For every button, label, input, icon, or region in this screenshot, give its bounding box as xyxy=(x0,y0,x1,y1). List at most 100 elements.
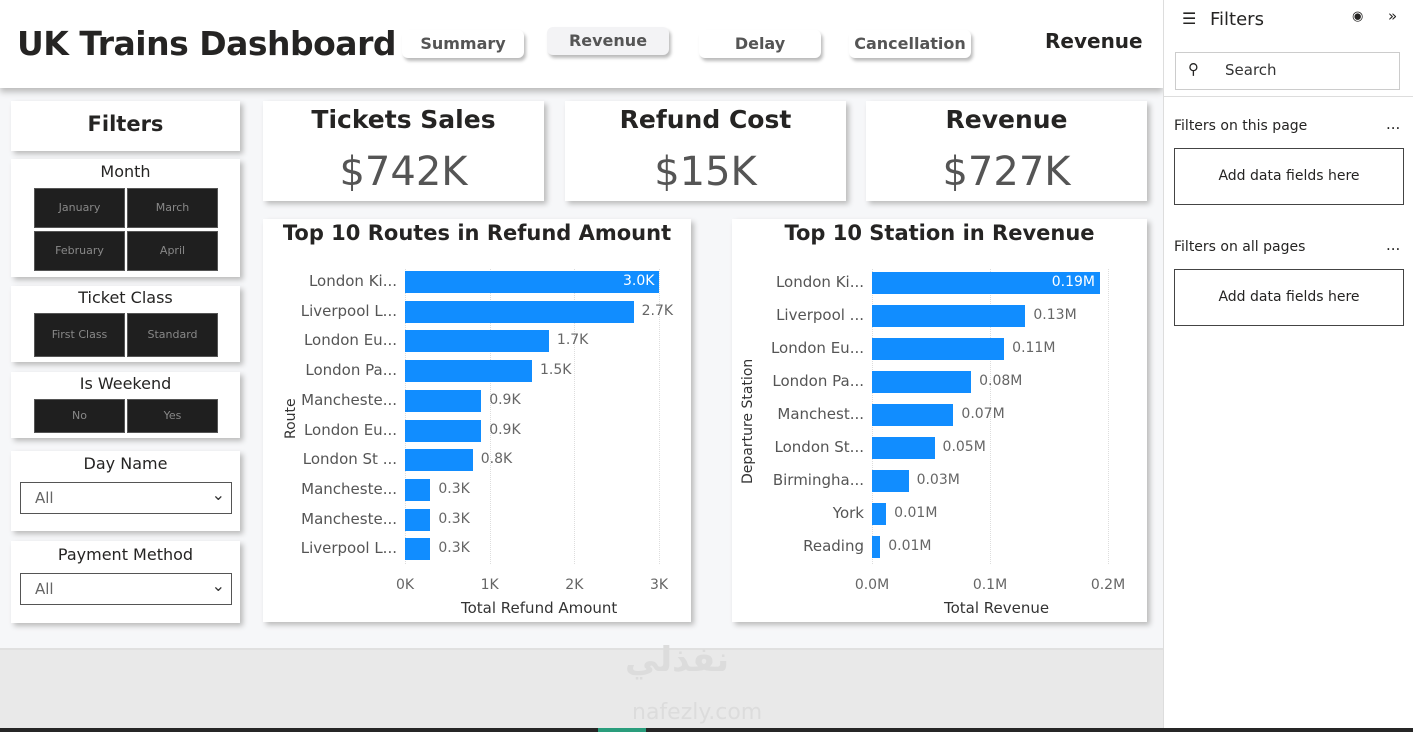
taskbar xyxy=(0,728,1413,732)
kpi-title: Tickets Sales xyxy=(311,105,496,134)
bar xyxy=(405,300,634,323)
nav-delay-button[interactable]: Delay xyxy=(699,30,821,58)
ticket-class-standard[interactable]: Standard xyxy=(127,313,218,357)
data-label: 0.05M xyxy=(942,439,986,455)
header: UK Trains Dashboard Summary Revenue Dela… xyxy=(0,0,1163,88)
payment-method-label: Payment Method xyxy=(57,545,194,564)
collapse-pane-icon[interactable]: » xyxy=(1388,7,1397,25)
nav-summary-button[interactable]: Summary xyxy=(402,30,524,58)
month-slicer: Month January March February April xyxy=(11,159,240,277)
category-label: Liverpool L... xyxy=(300,301,397,320)
filter-search-input[interactable]: ⚲ Search xyxy=(1175,52,1400,90)
x-tick-label: 2K xyxy=(565,577,584,593)
report-page: UK Trains Dashboard Summary Revenue Dela… xyxy=(0,0,1163,650)
bar xyxy=(872,338,1005,360)
data-label: 0.03M xyxy=(916,472,960,488)
ticket-class-slicer: Ticket Class First Class Standard xyxy=(11,286,240,362)
data-label: 0.01M xyxy=(894,505,938,521)
data-label: 0.13M xyxy=(1033,307,1077,323)
data-label: 1.7K xyxy=(556,332,589,349)
bar xyxy=(872,305,1026,327)
chevron-down-icon: ⌄ xyxy=(211,576,225,595)
data-label: 0.9K xyxy=(489,391,521,408)
nav-revenue-button[interactable]: Revenue xyxy=(547,27,669,55)
y-axis-title: Route xyxy=(283,398,299,439)
dashboard-title: UK Trains Dashboard xyxy=(17,24,396,63)
filters-title: Filters xyxy=(87,112,164,136)
chart-title: Top 10 Routes in Refund Amount xyxy=(282,221,672,245)
eye-icon[interactable]: ◉ xyxy=(1352,9,1363,24)
month-label: Month xyxy=(100,162,151,181)
month-april[interactable]: April xyxy=(127,231,218,271)
add-fields-this-page[interactable]: Add data fields here xyxy=(1174,148,1404,205)
category-label: Mancheste... xyxy=(301,509,397,528)
data-label: 0.08M xyxy=(979,373,1023,389)
kpi-value: $15K xyxy=(654,149,757,195)
payment-method-slicer: Payment Method All ⌄ xyxy=(11,541,240,623)
kpi-value: $727K xyxy=(942,149,1071,195)
more-options-button[interactable]: ... xyxy=(1386,236,1400,254)
weekend-no[interactable]: No xyxy=(34,399,125,433)
bar xyxy=(872,536,881,558)
data-label: 0.3K xyxy=(438,510,470,527)
category-label: Mancheste... xyxy=(301,479,397,498)
bar xyxy=(872,404,954,426)
divider xyxy=(1164,96,1413,97)
x-tick-label: 0K xyxy=(395,577,415,593)
x-axis-title: Total Refund Amount xyxy=(461,599,618,617)
month-february[interactable]: February xyxy=(34,231,125,271)
day-name-value: All xyxy=(35,489,54,507)
watermark-logo-text: nafezly.com xyxy=(632,700,763,725)
bar xyxy=(405,271,659,293)
payment-method-value: All xyxy=(35,580,54,598)
category-label: London Ki... xyxy=(775,273,864,291)
x-axis-title: Total Revenue xyxy=(944,599,1050,617)
weekend-label: Is Weekend xyxy=(79,374,172,393)
weekend-yes[interactable]: Yes xyxy=(127,399,218,433)
station-revenue-chart: Top 10 Station in Revenue 0.0M 0.1M 0.2M Lo… xyxy=(732,219,1147,622)
y-axis-title: Departure Station xyxy=(740,358,756,484)
category-label: London St ... xyxy=(302,450,397,469)
bar xyxy=(405,360,532,383)
ticket-class-first[interactable]: First Class xyxy=(34,313,125,357)
data-label: 3.0K xyxy=(623,273,655,289)
chart-title: Top 10 Station in Revenue xyxy=(784,221,1095,245)
day-name-slicer: Day Name All ⌄ xyxy=(11,451,240,531)
x-tick-label: 0.0M xyxy=(854,577,890,593)
category-label: London Pa... xyxy=(305,361,397,380)
bar xyxy=(872,437,935,459)
bar xyxy=(405,419,482,442)
month-january[interactable]: January xyxy=(34,188,125,228)
watermark-logo: نفذلي xyxy=(625,640,730,680)
data-label: 1.5K xyxy=(540,362,572,379)
page-label: Revenue xyxy=(1045,29,1143,53)
data-label: 0.01M xyxy=(888,538,932,554)
month-march[interactable]: March xyxy=(127,188,218,228)
taskbar-active-app[interactable] xyxy=(598,728,646,732)
bar xyxy=(405,330,549,353)
gridline xyxy=(1108,269,1109,564)
category-label: York xyxy=(832,504,864,522)
chevron-down-icon: ⌄ xyxy=(211,485,225,504)
kpi-title: Revenue xyxy=(945,105,1068,134)
category-label: Liverpool L... xyxy=(300,539,397,558)
kpi-ticket-sales: Tickets Sales $742K xyxy=(263,101,544,201)
bar xyxy=(405,478,431,501)
data-label: 0.19M xyxy=(1051,274,1095,290)
filters-this-page-label: Filters on this page xyxy=(1174,118,1308,134)
day-name-dropdown[interactable]: All ⌄ xyxy=(20,482,232,514)
more-options-button[interactable]: ... xyxy=(1386,115,1400,133)
data-label: 0.07M xyxy=(961,406,1005,422)
bar xyxy=(405,538,431,561)
bar xyxy=(405,389,482,412)
payment-method-dropdown[interactable]: All ⌄ xyxy=(20,573,232,605)
x-tick-label: 1K xyxy=(480,577,499,593)
bar xyxy=(405,449,473,472)
data-label: 0.8K xyxy=(480,451,513,468)
category-label: London Eu... xyxy=(770,339,864,357)
category-label: Reading xyxy=(803,537,864,555)
x-tick-label: 0.2M xyxy=(1090,577,1126,593)
nav-cancellation-button[interactable]: Cancellation xyxy=(849,30,971,58)
day-name-label: Day Name xyxy=(83,454,168,473)
add-fields-all-pages[interactable]: Add data fields here xyxy=(1174,269,1404,326)
